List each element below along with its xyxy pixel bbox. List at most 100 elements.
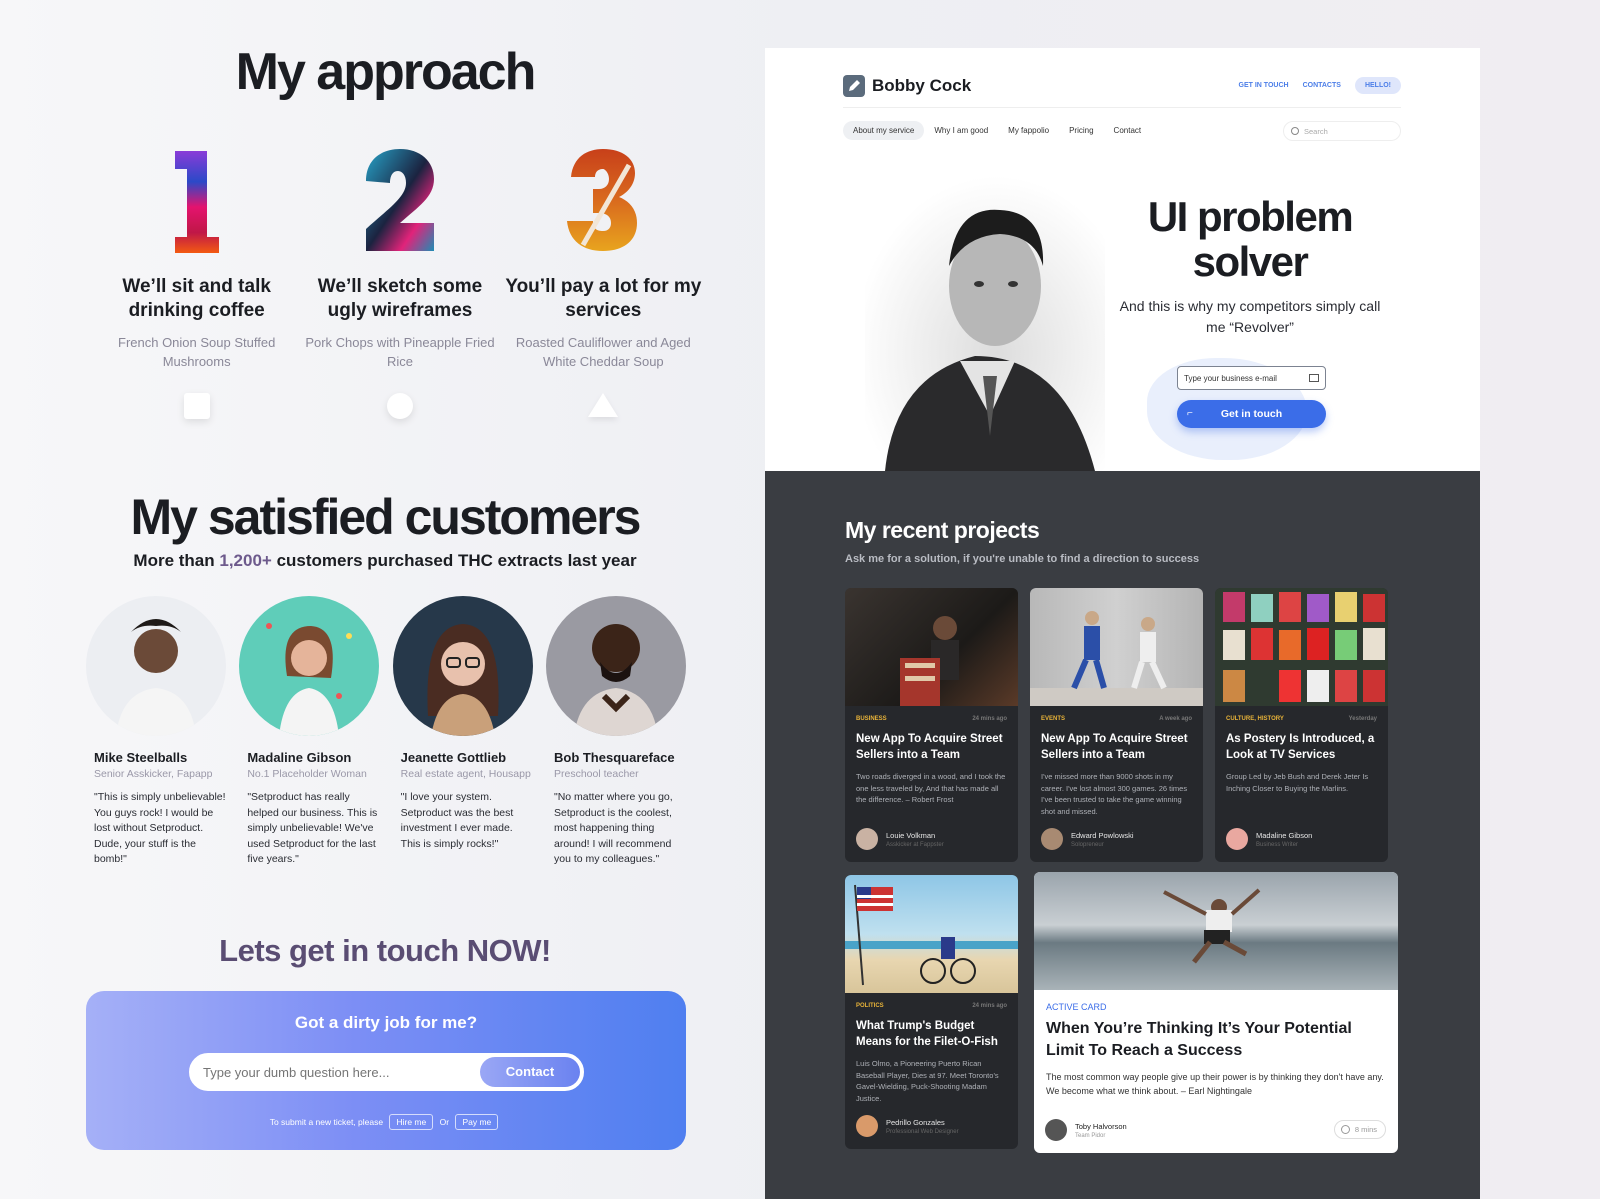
nav-pricing[interactable]: Pricing [1059, 121, 1103, 140]
header-links: GET IN TOUCH CONTACTS HELLO! [1239, 77, 1401, 94]
card-category: BUSINESS [856, 716, 887, 722]
contact-box: Got a dirty job for me? Contact To submi… [86, 991, 686, 1150]
avatar [545, 596, 686, 736]
nav-contact[interactable]: Contact [1104, 121, 1152, 140]
brand-name[interactable]: Bobby Cock [872, 76, 971, 96]
active-card[interactable]: ACTIVE CARD When You’re Thinking It’s Yo… [1034, 872, 1398, 1153]
approach-steps: We’ll sit and talk drinking coffee Frenc… [95, 145, 705, 419]
digit-1-graphic [95, 145, 298, 255]
customer-role: Senior Asskicker, Fapapp [94, 768, 213, 780]
hello-button[interactable]: HELLO! [1354, 77, 1401, 94]
nav-why[interactable]: Why I am good [924, 121, 998, 140]
project-card[interactable]: EVENTS A week ago New App To Acquire Stre… [1030, 588, 1203, 862]
nav-about[interactable]: About my service [843, 121, 925, 140]
cta-label: Get in touch [1220, 408, 1283, 420]
customers-title: My satisfied customers [130, 489, 642, 545]
customer-role: Real estate agent, Housapp [400, 768, 531, 780]
customers-subtitle: More than 1,200+ customers purchased THC… [0, 551, 770, 571]
step-1-text: French Onion Soup Stuffed Mushrooms [118, 335, 276, 369]
author-role: Professional Web Designer [886, 1128, 959, 1135]
or-text: Or [439, 1117, 450, 1127]
project-card[interactable]: POLITICS 24 mins ago What Trump's Budget … [845, 875, 1018, 1149]
get-in-touch-button[interactable]: ⌐ Get in touch [1177, 400, 1326, 428]
customer-name: Bob Thesquareface [553, 750, 675, 765]
read-time: 8 mins [1354, 1125, 1377, 1134]
author-role: Business Writer [1256, 841, 1298, 848]
card-excerpt: Two roads diverged in a wood, and I took… [856, 772, 1006, 804]
subtitle-after: customers purchased THC extracts last ye… [276, 551, 637, 570]
card-image [1030, 588, 1203, 706]
approach-title: My approach [235, 43, 537, 101]
email-field[interactable]: Type your business e-mail [1177, 366, 1326, 390]
author-name: Edward Powlowski [1071, 830, 1134, 840]
question-input[interactable] [203, 1065, 463, 1080]
step-1: We’ll sit and talk drinking coffee Frenc… [95, 145, 298, 419]
nav-fappolio[interactable]: My fappolio [998, 121, 1059, 140]
contact-question: Got a dirty job for me? [294, 1013, 478, 1032]
touch-title: Lets get in touch NOW! [219, 933, 551, 968]
card-time: 24 mins ago [972, 1003, 1007, 1009]
digit-3-graphic [502, 145, 705, 255]
hire-me-button[interactable]: Hire me [389, 1114, 434, 1130]
author-avatar [1226, 828, 1248, 850]
contact-button[interactable]: Contact [480, 1057, 580, 1087]
step-1-title: We’ll sit and talk drinking coffee [122, 276, 271, 321]
step-3-title: You’ll pay a lot for my services [505, 276, 702, 321]
card-time: A week ago [1159, 716, 1192, 722]
ticket-note-text: To submit a new ticket, please [269, 1117, 384, 1127]
active-card-excerpt: The most common way people give up their… [1046, 1072, 1384, 1096]
mail-icon [1309, 374, 1319, 382]
card-image [1034, 872, 1398, 990]
customer-name: Mike Steelballs [94, 750, 188, 765]
website-mockup: Bobby Cock GET IN TOUCH CONTACTS HELLO! … [765, 48, 1480, 1199]
ticket-note: To submit a new ticket, please Hire me O… [86, 1114, 686, 1130]
search-placeholder: Search [1304, 127, 1328, 136]
customer-role: Preschool teacher [553, 768, 639, 780]
author-role: Asskicker at Fappster [886, 841, 944, 848]
card-excerpt: I've missed more than 9000 shots in my c… [1041, 772, 1188, 816]
avatar [239, 596, 380, 736]
customer-quote: "No matter where you go, Setproduct is t… [553, 791, 673, 865]
square-shape [183, 393, 210, 419]
card-title: New App To Acquire Street Sellers into a… [1041, 733, 1188, 761]
clock-icon [1340, 1125, 1350, 1134]
customer-list: Mike Steelballs Senior Asskicker, Fapapp… [86, 596, 686, 868]
author-avatar [1041, 828, 1063, 850]
pay-me-button[interactable]: Pay me [455, 1114, 499, 1130]
contact-form: Contact [189, 1053, 584, 1091]
customer-card: Jeanette Gottlieb Real estate agent, Hou… [392, 596, 533, 868]
customer-name: Jeanette Gottlieb [400, 750, 507, 765]
author-role: Team Pidor [1075, 1132, 1106, 1139]
customer-card: Bob Thesquareface Preschool teacher "No … [545, 596, 686, 868]
project-card[interactable]: CULTURE, HISTORY Yesterday As Postery Is … [1215, 588, 1388, 862]
card-excerpt: Group Led by Jeb Bush and Derek Jeter Is… [1226, 772, 1369, 793]
project-card[interactable]: BUSINESS 24 mins ago New App To Acquire S… [845, 588, 1018, 862]
card-image [845, 875, 1018, 993]
active-card-label: ACTIVE CARD [1046, 1002, 1107, 1012]
search-input[interactable]: Search [1283, 121, 1401, 141]
projects-title: My recent projects [845, 517, 1040, 543]
card-category: CULTURE, HISTORY [1226, 716, 1284, 722]
customer-quote: "I love your system. Setproduct was the … [400, 791, 514, 850]
author-avatar [856, 1115, 878, 1137]
author-name: Louie Volkman [886, 830, 936, 840]
step-3: You’ll pay a lot for my services Roasted… [502, 145, 705, 419]
card-image [1215, 588, 1388, 706]
step-3-text: Roasted Cauliflower and Aged White Chedd… [515, 335, 691, 369]
card-author: Edward Powlowski Solopreneur [1041, 828, 1134, 850]
pencil-icon[interactable] [843, 75, 865, 97]
customers-count: 1,200+ [219, 551, 272, 570]
contacts-link[interactable]: CONTACTS [1303, 82, 1341, 89]
card-image [845, 588, 1018, 706]
read-time-badge: 8 mins [1333, 1120, 1386, 1139]
get-in-touch-link[interactable]: GET IN TOUCH [1239, 82, 1289, 89]
step-2: We’ll sketch some ugly wireframes Pork C… [298, 145, 501, 419]
email-placeholder: Type your business e-mail [1184, 374, 1277, 383]
author-avatar [1045, 1119, 1067, 1141]
hero-portrait [865, 176, 1105, 471]
site-header: Bobby Cock GET IN TOUCH CONTACTS HELLO! [843, 75, 1401, 108]
card-title: As Postery Is Introduced, a Look at TV S… [1226, 733, 1375, 761]
digit-2-graphic [298, 145, 501, 255]
author-name: Toby Halvorson [1075, 1121, 1127, 1131]
author-role: Solopreneur [1071, 841, 1104, 848]
